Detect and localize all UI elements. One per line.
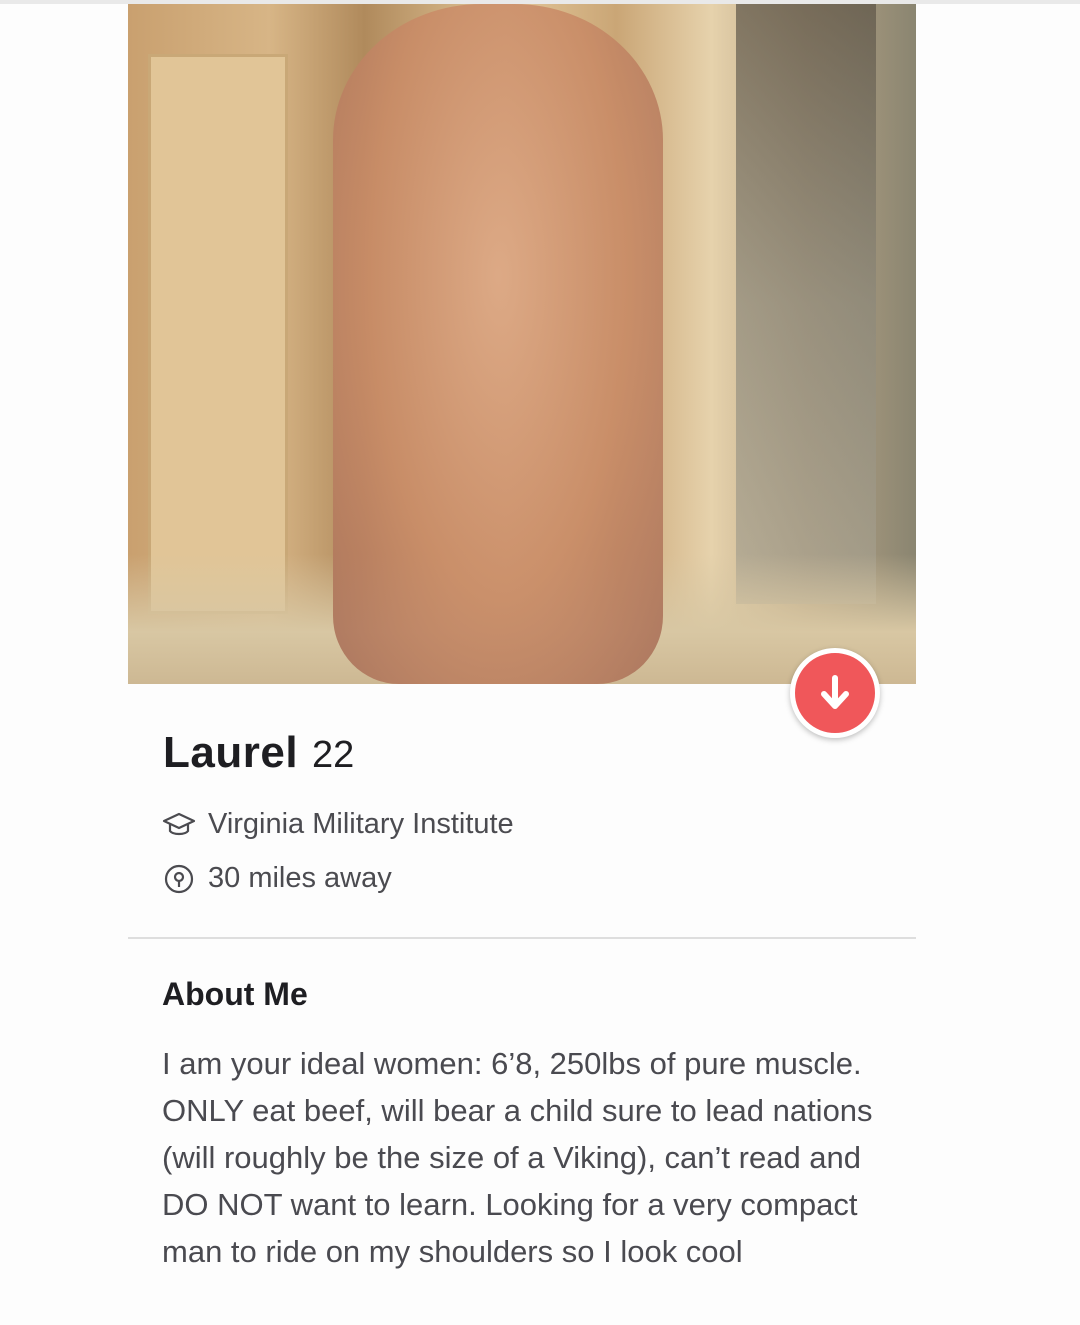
profile-header: Laurel 22 [163,728,354,778]
graduation-cap-icon [162,812,196,835]
distance-row: 30 miles away [162,862,392,895]
profile-age: 22 [312,734,355,776]
arrow-down-icon [821,675,849,709]
location-pin-icon [164,864,194,893]
photo-subject [333,4,663,684]
about-body: I am your ideal women: 6’8, 250lbs of pu… [162,1046,873,1269]
school-row: Virginia Military Institute [162,808,514,841]
section-divider [128,937,916,939]
profile-photo[interactable] [128,4,916,684]
photo-background-mirror [736,4,876,604]
profile-name: Laurel [163,728,299,777]
school-label: Virginia Military Institute [208,808,514,840]
photo-background-door [148,54,288,614]
profile-page: Laurel 22 Virginia Military Institute 30… [0,0,1080,1325]
collapse-profile-button[interactable] [790,648,880,738]
about-heading: About Me [162,976,308,1012]
distance-label: 30 miles away [208,862,392,894]
